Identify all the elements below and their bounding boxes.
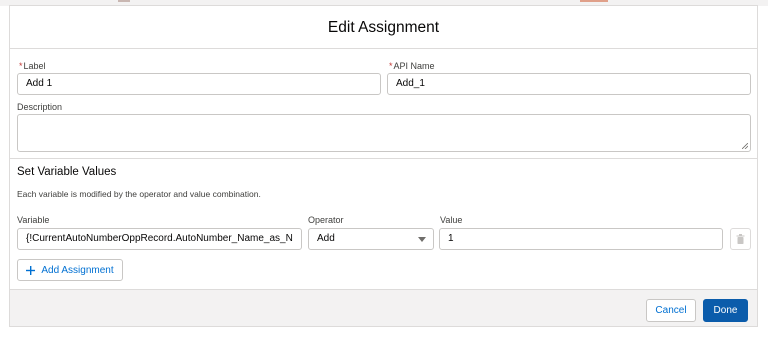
chevron-down-icon: [418, 237, 426, 242]
operator-select-value: Add: [317, 233, 335, 244]
modal-header: Edit Assignment: [10, 6, 757, 49]
api-name-field-label: *API Name: [389, 61, 435, 71]
value-input-value: 1: [448, 233, 454, 244]
api-name-input[interactable]: Add_1: [387, 73, 751, 95]
variable-column-label: Variable: [17, 215, 50, 225]
section-help-text: Each variable is modified by the operato…: [17, 189, 261, 199]
modal-footer: Cancel Done: [10, 289, 757, 326]
variable-input[interactable]: {!CurrentAutoNumberOppRecord.AutoNumber_…: [17, 228, 302, 250]
add-assignment-button[interactable]: Add Assignment: [17, 259, 123, 281]
api-name-input-value: Add_1: [396, 78, 425, 89]
delete-assignment-button[interactable]: [730, 228, 751, 250]
cancel-button[interactable]: Cancel: [646, 299, 696, 322]
edit-assignment-modal: Edit Assignment *Label Add 1 *API Name A…: [9, 5, 758, 327]
variable-input-value: {!CurrentAutoNumberOppRecord.AutoNumber_…: [26, 233, 293, 244]
section-divider: [10, 158, 757, 159]
plus-icon: [26, 265, 36, 275]
label-field-label-text: Label: [23, 61, 46, 71]
label-input[interactable]: Add 1: [17, 73, 381, 95]
value-column-label: Value: [440, 215, 463, 225]
required-mark: *: [19, 61, 23, 71]
description-field-label: Description: [17, 102, 62, 112]
background-mark: [118, 0, 130, 2]
cancel-button-label: Cancel: [655, 305, 687, 316]
description-textarea[interactable]: [17, 114, 751, 152]
section-title: Set Variable Values: [17, 166, 117, 178]
operator-column-label: Operator: [308, 215, 344, 225]
required-mark: *: [389, 61, 393, 71]
label-field-label: *Label: [19, 61, 46, 71]
done-button[interactable]: Done: [703, 299, 748, 322]
label-input-value: Add 1: [26, 78, 53, 89]
done-button-label: Done: [713, 305, 738, 316]
api-name-field-label-text: API Name: [393, 61, 435, 71]
trash-icon: [736, 234, 745, 244]
description-field-label-text: Description: [17, 102, 63, 112]
modal-title: Edit Assignment: [327, 19, 440, 36]
resize-handle-icon[interactable]: [742, 143, 748, 149]
background-mark: [580, 0, 608, 2]
value-input[interactable]: 1: [439, 228, 723, 250]
operator-select[interactable]: Add: [308, 228, 434, 250]
add-assignment-label: Add Assignment: [41, 264, 114, 276]
